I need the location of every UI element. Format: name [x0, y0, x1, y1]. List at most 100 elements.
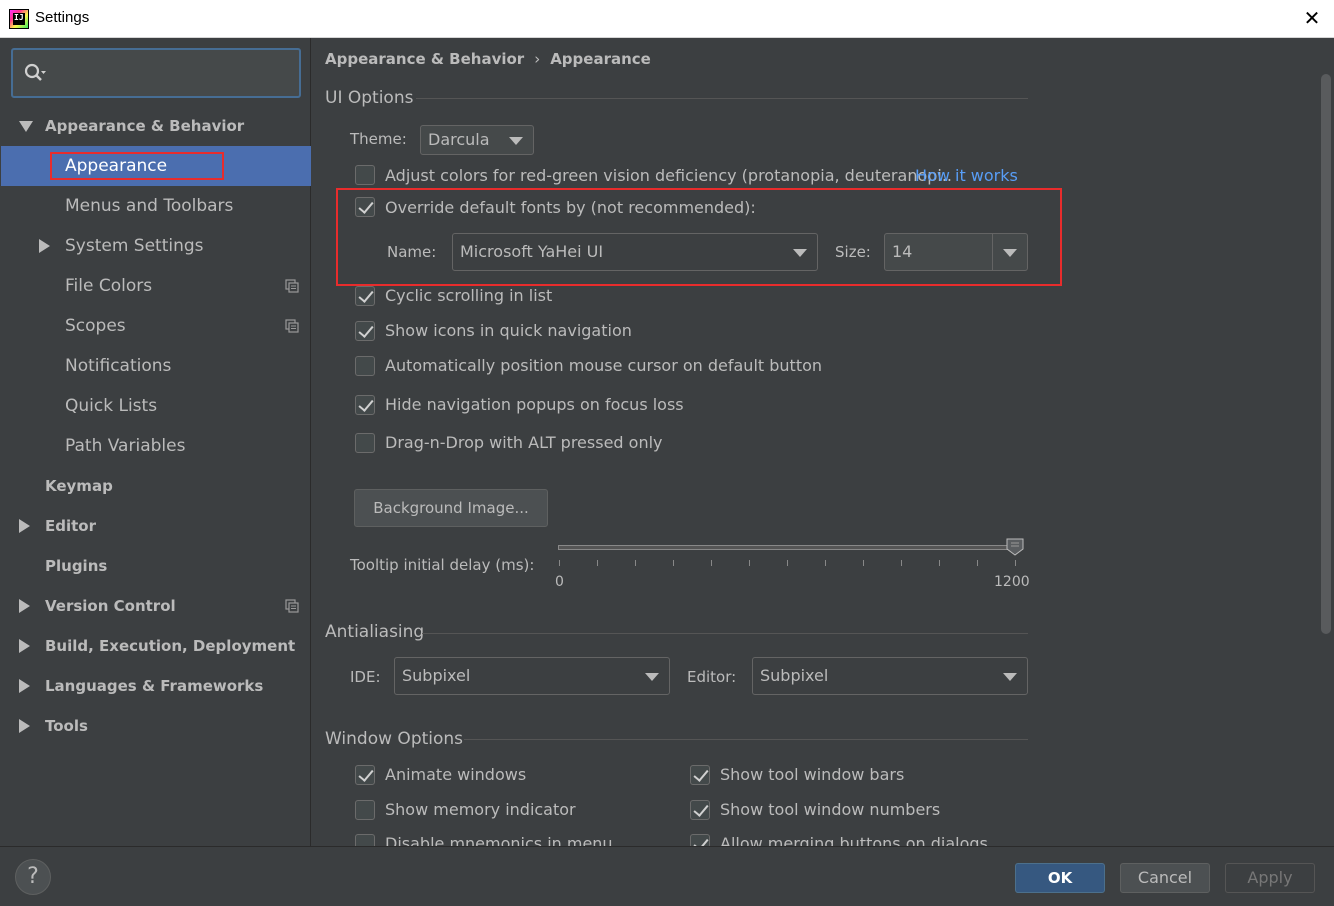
vertical-scrollbar[interactable]: [1318, 38, 1334, 846]
expand-arrow-right-icon[interactable]: [19, 719, 30, 733]
show-icons-checkbox[interactable]: [355, 321, 375, 341]
slider-tick: [825, 560, 826, 566]
auto-position-label: Automatically position mouse cursor on d…: [385, 356, 823, 375]
chevron-down-icon: [1003, 249, 1017, 257]
sidebar-item-tools[interactable]: Tools: [1, 706, 311, 746]
sidebar-item-appearance[interactable]: Appearance: [1, 146, 311, 186]
sidebar-item-path-variables[interactable]: Path Variables: [1, 426, 311, 466]
show-memory-label: Show memory indicator: [385, 800, 576, 819]
scrollbar-thumb[interactable]: [1321, 74, 1331, 634]
chevron-down-icon: [793, 249, 807, 257]
sidebar-item-label: System Settings: [65, 236, 204, 256]
sidebar-item-label: Scopes: [65, 316, 126, 336]
sidebar-item-label: Plugins: [45, 557, 108, 575]
editor-antialiasing-dropdown[interactable]: Subpixel: [752, 657, 1028, 695]
ok-button[interactable]: OK: [1015, 863, 1105, 893]
slider-min-label: 0: [555, 574, 564, 590]
expand-arrow-right-icon[interactable]: [19, 519, 30, 533]
ide-antialiasing-label: IDE:: [350, 668, 381, 686]
cancel-button[interactable]: Cancel: [1120, 863, 1210, 893]
disable-mnemonics-checkbox[interactable]: [355, 834, 375, 846]
sidebar-item-system-settings[interactable]: System Settings: [1, 226, 311, 266]
slider-tick: [863, 560, 864, 566]
adjust-colors-label: Adjust colors for red-green vision defic…: [385, 166, 953, 185]
show-memory-checkbox[interactable]: [355, 800, 375, 820]
sidebar-item-label: File Colors: [65, 276, 153, 296]
expand-arrow-down-icon[interactable]: [19, 121, 33, 132]
sidebar-item-notifications[interactable]: Notifications: [1, 346, 311, 386]
sidebar-item-label: Editor: [45, 517, 96, 535]
search-input[interactable]: [11, 48, 301, 98]
window-options-divider: [464, 739, 1028, 740]
sidebar-item-label: Path Variables: [65, 436, 186, 456]
sidebar-item-label: Menus and Toolbars: [65, 196, 234, 216]
close-icon[interactable]: ✕: [1302, 7, 1322, 29]
sidebar-item-build-execution-deployment[interactable]: Build, Execution, Deployment: [1, 626, 311, 666]
expand-arrow-right-icon[interactable]: [19, 679, 30, 693]
sidebar-item-label: Quick Lists: [65, 396, 158, 416]
allow-merging-checkbox[interactable]: [690, 834, 710, 846]
sidebar-item-plugins[interactable]: Plugins: [1, 546, 311, 586]
hide-popups-checkbox[interactable]: [355, 395, 375, 415]
adjust-colors-checkbox[interactable]: [355, 165, 375, 185]
sidebar-item-languages-frameworks[interactable]: Languages & Frameworks: [1, 666, 311, 706]
slider-tick: [787, 560, 788, 566]
cyclic-scrolling-checkbox[interactable]: [355, 286, 375, 306]
sidebar-item-version-control[interactable]: Version Control: [1, 586, 311, 626]
expand-arrow-right-icon[interactable]: [19, 639, 30, 653]
sidebar-item-scopes[interactable]: Scopes: [1, 306, 311, 346]
slider-tick: [939, 560, 940, 566]
slider-tick: [559, 560, 560, 566]
animate-windows-checkbox[interactable]: [355, 765, 375, 785]
theme-dropdown[interactable]: Darcula: [420, 125, 534, 155]
antialiasing-divider: [422, 633, 1028, 634]
sidebar-item-label: Version Control: [45, 597, 176, 615]
drag-n-drop-checkbox[interactable]: [355, 433, 375, 453]
slider-thumb[interactable]: [1006, 538, 1024, 556]
expand-arrow-right-icon[interactable]: [39, 239, 50, 253]
override-fonts-checkbox[interactable]: [355, 197, 375, 217]
font-size-combobox[interactable]: 14: [884, 233, 1028, 271]
auto-position-checkbox[interactable]: [355, 356, 375, 376]
slider-tick: [597, 560, 598, 566]
intellij-app-icon: IJ: [9, 9, 29, 29]
slider-tick: [635, 560, 636, 566]
chevron-down-icon: [509, 137, 523, 145]
editor-antialiasing-label: Editor:: [687, 668, 737, 686]
show-tool-numbers-checkbox[interactable]: [690, 800, 710, 820]
font-name-dropdown[interactable]: Microsoft YaHei UI: [452, 233, 818, 271]
sidebar-item-label: Tools: [45, 717, 88, 735]
sidebar-item-file-colors[interactable]: File Colors: [1, 266, 311, 306]
ide-antialiasing-value: Subpixel: [402, 666, 471, 685]
override-fonts-label: Override default fonts by (not recommend…: [385, 198, 756, 217]
help-button[interactable]: ?: [15, 859, 51, 895]
apply-button[interactable]: Apply: [1225, 863, 1315, 893]
ide-antialiasing-dropdown[interactable]: Subpixel: [394, 657, 670, 695]
disable-mnemonics-label: Disable mnemonics in menu: [385, 834, 613, 846]
ui-options-divider: [416, 98, 1028, 99]
slider-max-label: 1200: [994, 574, 1030, 590]
cyclic-scrolling-label: Cyclic scrolling in list: [385, 286, 553, 305]
breadcrumb-parent[interactable]: Appearance & Behavior: [325, 50, 524, 68]
slider-tick: [749, 560, 750, 566]
show-tool-bars-label: Show tool window bars: [720, 765, 905, 784]
tooltip-delay-label: Tooltip initial delay (ms):: [350, 556, 535, 574]
sidebar-item-menus-and-toolbars[interactable]: Menus and Toolbars: [1, 186, 311, 226]
hide-popups-label: Hide navigation popups on focus loss: [385, 395, 684, 414]
sidebar-item-label: Notifications: [65, 356, 172, 376]
expand-arrow-right-icon[interactable]: [19, 599, 30, 613]
ui-options-title: UI Options: [325, 88, 414, 108]
sidebar-item-editor[interactable]: Editor: [1, 506, 311, 546]
sidebar-item-appearance-behavior[interactable]: Appearance & Behavior: [1, 106, 311, 146]
theme-label: Theme:: [350, 130, 407, 148]
show-tool-bars-checkbox[interactable]: [690, 765, 710, 785]
show-tool-numbers-label: Show tool window numbers: [720, 800, 941, 819]
how-it-works-link[interactable]: How it works: [915, 166, 1018, 185]
sidebar-item-keymap[interactable]: Keymap: [1, 466, 311, 506]
sidebar-item-quick-lists[interactable]: Quick Lists: [1, 386, 311, 426]
background-image-button[interactable]: Background Image...: [354, 489, 548, 527]
dialog-button-bar: ? OK Cancel Apply: [0, 846, 1334, 906]
font-size-label: Size:: [835, 243, 871, 261]
chevron-down-icon: [1003, 673, 1017, 681]
tooltip-delay-slider[interactable]: 0 1200: [555, 538, 1030, 598]
